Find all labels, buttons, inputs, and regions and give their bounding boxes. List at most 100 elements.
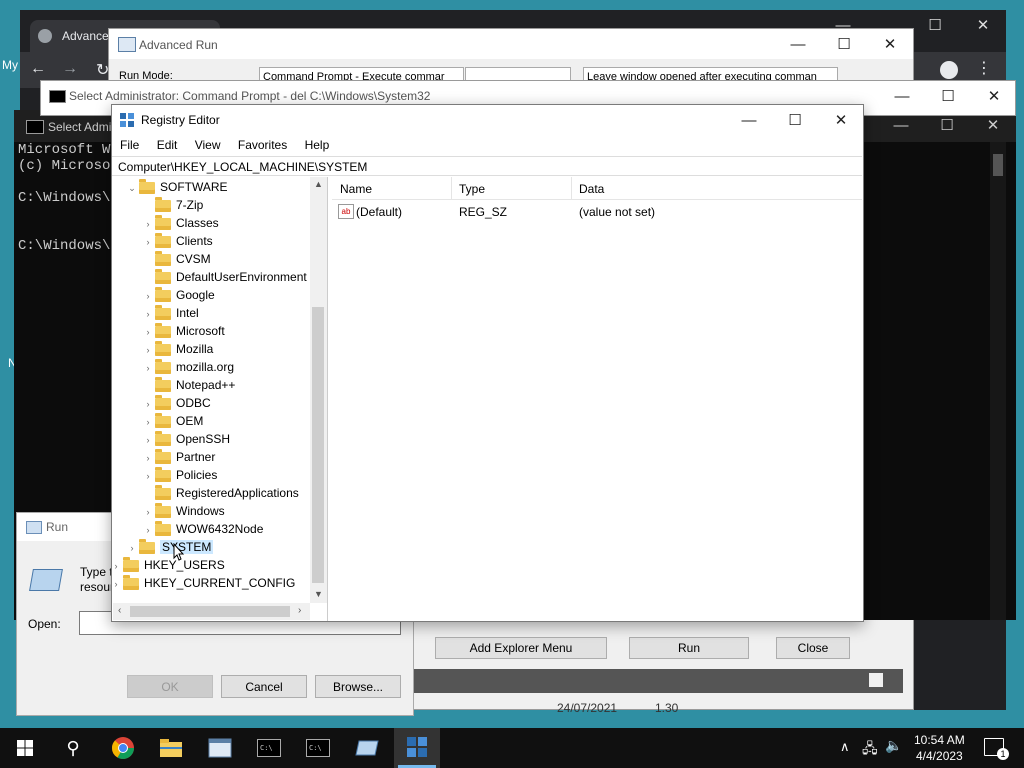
menu-edit[interactable]: Edit	[157, 138, 178, 152]
tree-item[interactable]: RegisteredApplications	[141, 484, 299, 502]
chevron-right-icon[interactable]: ›	[141, 413, 155, 431]
chevron-right-icon[interactable]: ›	[141, 215, 155, 233]
clock-time[interactable]: 10:54 AM	[914, 733, 965, 747]
tree-item[interactable]: › mozilla.org	[141, 358, 234, 376]
menu-file[interactable]: File	[120, 138, 139, 152]
menu-help[interactable]: Help	[305, 138, 330, 152]
chevron-right-icon[interactable]: ›	[113, 557, 123, 575]
tree-item[interactable]: › Clients	[141, 232, 213, 250]
scroll-thumb[interactable]	[130, 606, 290, 617]
tree-item-users[interactable]: › HKEY_USERS	[113, 556, 225, 574]
tree-item[interactable]: Notepad++	[141, 376, 235, 394]
clock-date[interactable]: 4/4/2023	[916, 749, 963, 763]
volume-icon[interactable]: 🔈	[885, 737, 902, 754]
tree-item[interactable]: › Mozilla	[141, 340, 213, 358]
table-row[interactable]: ab (Default) REG_SZ (value not set)	[332, 203, 732, 221]
column-divider[interactable]	[571, 177, 572, 199]
advanced-run-task-icon[interactable]	[205, 733, 235, 763]
tree-item[interactable]: › Policies	[141, 466, 217, 484]
registry-task-active[interactable]	[394, 728, 440, 768]
chevron-right-icon[interactable]: ›	[141, 287, 155, 305]
column-type[interactable]: Type	[459, 182, 485, 196]
chevron-right-icon[interactable]: ›	[141, 341, 155, 359]
chevron-up-icon[interactable]: ∧	[840, 739, 850, 755]
close-icon[interactable]: ✕	[818, 105, 864, 135]
run-task-icon[interactable]	[352, 733, 382, 763]
close-icon[interactable]: ✕	[867, 29, 913, 59]
cmd-scrollbar[interactable]	[990, 142, 1006, 620]
tree-item[interactable]: › Partner	[141, 448, 215, 466]
chevron-right-icon[interactable]: ›	[141, 467, 155, 485]
back-arrow-icon[interactable]: ←	[30, 60, 46, 78]
windows-start-icon[interactable]	[10, 733, 40, 763]
column-name[interactable]: Name	[340, 182, 372, 196]
cmd-task-icon[interactable]: C:\	[254, 733, 284, 763]
tree-item[interactable]: › Google	[141, 286, 215, 304]
minimize-icon[interactable]: —	[726, 105, 772, 135]
cmd-task-icon-2[interactable]: C:\	[303, 733, 333, 763]
tree-item-config[interactable]: › HKEY_CURRENT_CONFIG	[113, 574, 295, 592]
close-icon[interactable]: ✕	[971, 81, 1017, 111]
browse-button[interactable]: Browse...	[315, 675, 401, 698]
tree-item-system[interactable]: › SYSTEM	[125, 538, 214, 557]
tree-item[interactable]: › WOW6432Node	[141, 520, 263, 538]
cancel-button[interactable]: Cancel	[221, 675, 307, 698]
column-divider[interactable]	[451, 177, 452, 199]
maximize-icon[interactable]: ☐	[925, 81, 971, 111]
tree-item-software[interactable]: ⌄ SOFTWARE	[125, 178, 228, 196]
list-icon[interactable]	[869, 673, 883, 687]
chevron-right-icon[interactable]: ›	[141, 449, 155, 467]
ok-button[interactable]: OK	[127, 675, 213, 698]
chevron-right-icon[interactable]: ›	[113, 575, 123, 593]
tree-item[interactable]: CVSM	[141, 250, 211, 268]
search-icon[interactable]: ⚲	[58, 733, 88, 763]
tree-item[interactable]: › ODBC	[141, 394, 211, 412]
close-button[interactable]: Close	[776, 637, 850, 659]
close-icon[interactable]: ✕	[960, 10, 1006, 40]
tree-item[interactable]: › OEM	[141, 412, 203, 430]
menu-favorites[interactable]: Favorites	[238, 138, 287, 152]
chevron-right-icon[interactable]: ›	[141, 521, 155, 539]
maximize-icon[interactable]: ☐	[772, 105, 818, 135]
address-bar[interactable]: Computer\HKEY_LOCAL_MACHINE\SYSTEM	[112, 156, 862, 176]
tree-item[interactable]: › Classes	[141, 214, 219, 232]
scroll-down-icon[interactable]: ▼	[314, 589, 323, 599]
network-icon[interactable]: 🖧	[862, 738, 878, 762]
tree-item[interactable]: 7-Zip	[141, 196, 203, 214]
chevron-down-icon[interactable]: ⌄	[125, 179, 139, 197]
tree-horizontal-scrollbar[interactable]: ‹ ›	[113, 603, 310, 620]
chevron-right-icon[interactable]: ›	[141, 431, 155, 449]
maximize-icon[interactable]: ☐	[821, 29, 867, 59]
scroll-up-icon[interactable]: ▲	[314, 179, 323, 189]
file-explorer-icon[interactable]	[156, 733, 186, 763]
chevron-right-icon[interactable]: ›	[141, 359, 155, 377]
tree-item[interactable]: › Microsoft	[141, 322, 225, 340]
scroll-thumb[interactable]	[993, 154, 1003, 176]
profile-icon[interactable]	[940, 61, 958, 79]
scroll-right-icon[interactable]: ›	[298, 605, 301, 616]
column-data[interactable]: Data	[579, 182, 604, 196]
minimize-icon[interactable]: —	[775, 29, 821, 59]
minimize-icon[interactable]: —	[879, 81, 925, 111]
tree-item[interactable]: › Windows	[141, 502, 225, 520]
chevron-right-icon[interactable]: ›	[141, 395, 155, 413]
chevron-right-icon[interactable]: ›	[141, 233, 155, 251]
more-menu-icon[interactable]: ⋮	[976, 58, 992, 78]
chevron-right-icon[interactable]: ›	[141, 323, 155, 341]
maximize-icon[interactable]: ☐	[912, 10, 958, 40]
chrome-icon[interactable]	[108, 733, 138, 763]
tree-item[interactable]: › OpenSSH	[141, 430, 230, 448]
chevron-right-icon[interactable]: ›	[141, 305, 155, 323]
add-explorer-menu-button[interactable]: Add Explorer Menu	[435, 637, 607, 659]
desktop-icon-label[interactable]: My	[2, 58, 18, 72]
scroll-thumb[interactable]	[312, 307, 324, 583]
tree-item[interactable]: › Intel	[141, 304, 199, 322]
chevron-right-icon[interactable]: ›	[141, 503, 155, 521]
scroll-left-icon[interactable]: ‹	[118, 605, 121, 616]
menu-view[interactable]: View	[195, 138, 221, 152]
tree-item[interactable]: DefaultUserEnvironment	[141, 268, 307, 286]
forward-arrow-icon[interactable]: →	[62, 60, 78, 78]
chevron-right-icon[interactable]: ›	[125, 539, 139, 557]
run-button[interactable]: Run	[629, 637, 749, 659]
tree-vertical-scrollbar[interactable]: ▲ ▼	[310, 177, 327, 603]
